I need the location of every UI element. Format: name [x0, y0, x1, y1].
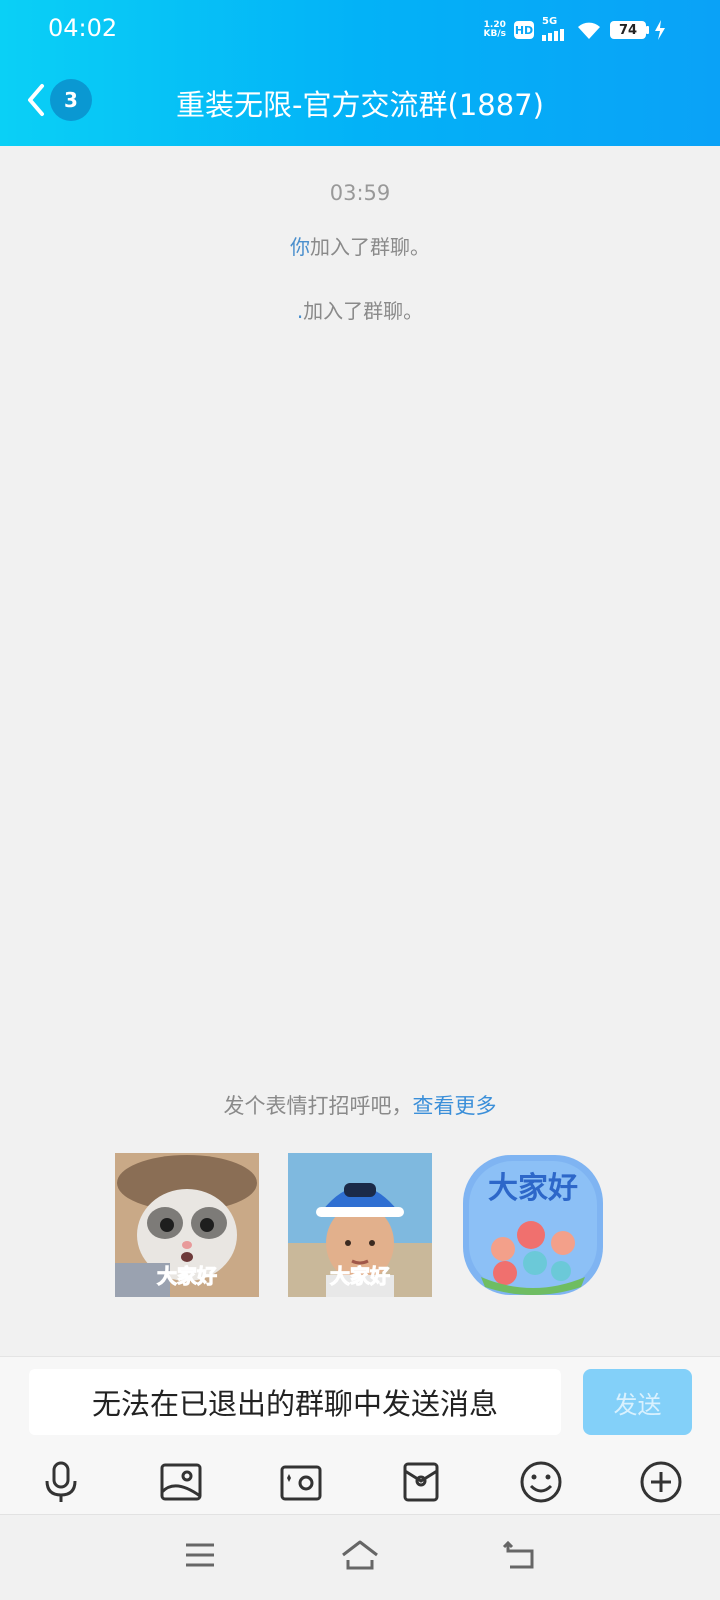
greeting-prompt: 发个表情打招呼吧，查看更多 [0, 1090, 720, 1120]
input-toolbar [0, 1457, 720, 1513]
microphone-icon[interactable] [36, 1457, 86, 1507]
system-nav-bar [0, 1514, 720, 1600]
battery-icon: 74 [610, 21, 649, 39]
sticker-label: 大家好 [488, 1171, 578, 1206]
system-message: 你加入了群聊。 [0, 231, 720, 260]
flowers-sticker[interactable]: 大家好 [461, 1153, 605, 1297]
sticker-suggestions: 大家好 大家好 大家好 [0, 1153, 720, 1299]
signal-icon: 5G [542, 16, 568, 41]
status-icons: 1.20 KB/s HD 5G 74 [484, 16, 666, 44]
send-button[interactable]: 发送 [583, 1369, 692, 1435]
status-bar: 04:02 1.20 KB/s HD 5G 74 [0, 0, 720, 60]
message-timestamp: 03:59 [329, 181, 391, 205]
net-speed: 1.20 KB/s [484, 21, 506, 39]
system-message: .加入了群聊。 [0, 295, 720, 324]
page-title: 重装无限-官方交流群(1887) [176, 88, 544, 122]
input-area: 无法在已退出的群聊中发送消息 发送 [0, 1356, 720, 1514]
image-icon[interactable] [156, 1457, 206, 1507]
cat-sticker[interactable]: 大家好 [115, 1153, 259, 1297]
network-type: 5G [542, 16, 558, 27]
header: 04:02 1.20 KB/s HD 5G 74 3 重装无限-官方交流群(18… [0, 0, 720, 146]
home-icon[interactable] [340, 1535, 380, 1575]
see-more-link[interactable]: 查看更多 [413, 1094, 497, 1118]
sticker-label: 大家好 [157, 1264, 218, 1289]
menu-icon[interactable] [180, 1535, 220, 1575]
boy-sticker[interactable]: 大家好 [288, 1153, 432, 1297]
hd-icon: HD [514, 21, 534, 39]
emoji-icon[interactable] [516, 1457, 566, 1507]
message-input-disabled: 无法在已退出的群聊中发送消息 [29, 1369, 561, 1435]
sticker-label: 大家好 [330, 1264, 391, 1289]
plus-icon[interactable] [636, 1457, 686, 1507]
greeting-text: 发个表情打招呼吧， [223, 1094, 413, 1118]
member-name[interactable]: 你 [290, 235, 310, 259]
back-nav-icon[interactable] [500, 1535, 540, 1575]
net-speed-unit: KB/s [483, 29, 506, 39]
system-message-text: 加入了群聊。 [310, 235, 430, 259]
status-time: 04:02 [48, 14, 118, 42]
system-message-text: 加入了群聊。 [303, 299, 424, 323]
wifi-icon [578, 22, 600, 39]
camera-icon[interactable] [276, 1457, 326, 1507]
red-packet-icon[interactable] [396, 1457, 446, 1507]
charging-icon [655, 20, 665, 40]
nav-bar: 3 重装无限-官方交流群(1887) [0, 70, 720, 136]
